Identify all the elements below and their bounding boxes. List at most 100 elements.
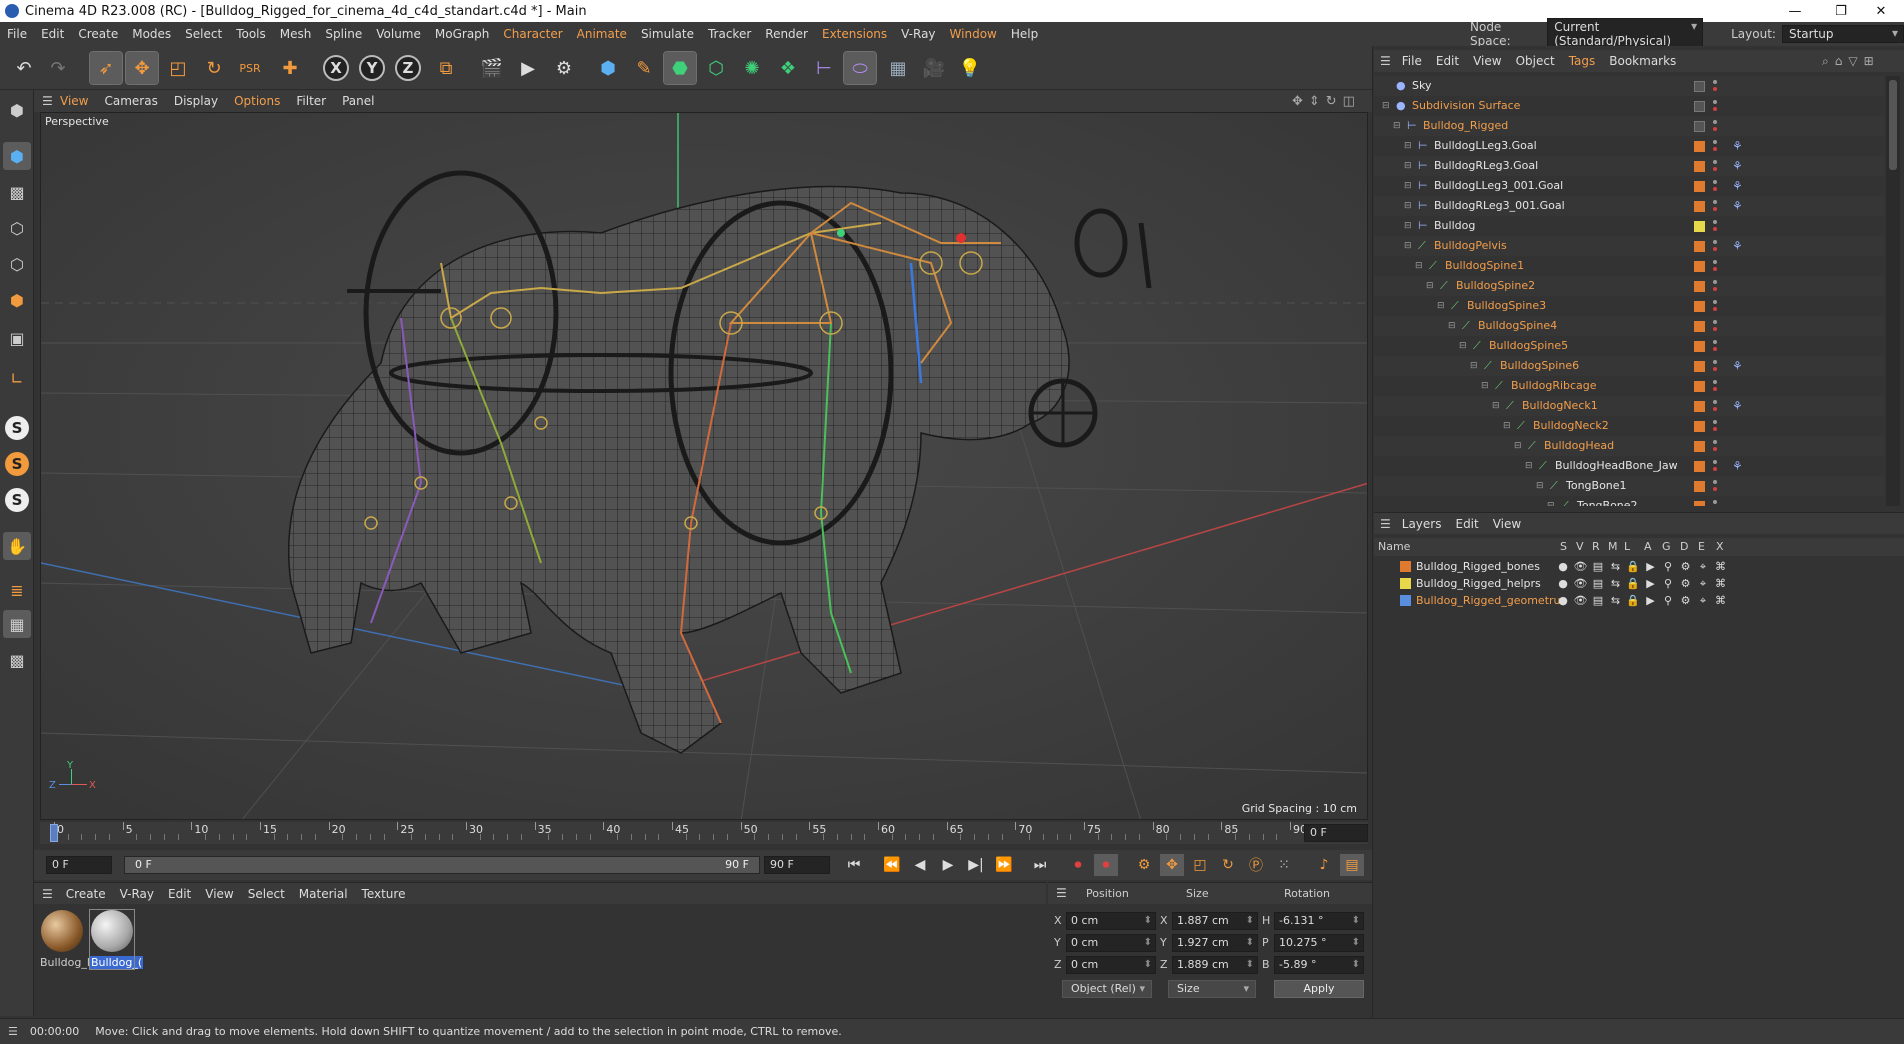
viewport-menu-options[interactable]: Options [226,94,288,108]
layer-manager-icon[interactable]: ⇆ [1609,594,1623,607]
expand-toggle-icon[interactable]: ⊟ [1382,100,1394,112]
object-row[interactable]: ⊟ ⟋ BulldogSpine4 [1374,316,1884,336]
viewport-menu-display[interactable]: Display [166,94,226,108]
object-row[interactable]: ⊟ ⟋ TongBone2 [1374,496,1884,506]
start-frame-field[interactable]: 0 F [46,856,112,874]
menu-mesh[interactable]: Mesh [273,27,319,41]
layer-hamburger-icon[interactable]: ☰ [1380,517,1391,531]
visibility-dots-icon[interactable] [1712,178,1718,194]
material-hamburger-icon[interactable]: ☰ [42,887,53,901]
visibility-dots-icon[interactable] [1712,318,1718,334]
object-row[interactable]: ⊟ ⟋ BulldogNeck2 [1374,416,1884,436]
menu-vray[interactable]: V-Ray [894,27,942,41]
object-row[interactable]: ● Sky [1374,76,1884,96]
ik-tag-icon[interactable]: ⚘ [1732,199,1746,213]
snap-quantize-button[interactable]: S [3,486,31,514]
object-menu-file[interactable]: File [1395,54,1429,68]
visibility-dots-icon[interactable] [1712,438,1718,454]
layer-solo-icon[interactable]: ● [1556,577,1570,590]
layer-row[interactable]: Bulldog_Rigged_bones ● 👁 ▤ ⇆ 🔒 ▶ ⚲ ⚙ ⌖ ⌘ [1374,558,1904,575]
visibility-dots-icon[interactable] [1712,238,1718,254]
menu-modes[interactable]: Modes [125,27,178,41]
cube-button[interactable]: ⬢ [592,52,624,84]
menu-spline[interactable]: Spline [318,27,369,41]
expand-toggle-icon[interactable]: ⊟ [1525,460,1537,472]
object-row[interactable]: ⊟ ⟋ BulldogSpine1 [1374,256,1884,276]
deformer-button[interactable]: ⊢ [808,52,840,84]
object-search-icon[interactable]: ⌕⌂▽⊞ [1822,54,1880,69]
visibility-dots-icon[interactable] [1712,478,1718,494]
layer-expression-icon[interactable]: ⌖ [1696,577,1710,590]
menu-select[interactable]: Select [178,27,229,41]
visibility-dots-icon[interactable] [1712,98,1718,114]
layer-xref-icon[interactable]: ⌘ [1714,560,1728,573]
object-row[interactable]: ⊟ ⟋ BulldogSpine3 [1374,296,1884,316]
layer-lock-icon[interactable]: 🔒 [1626,560,1640,573]
layer-menu-layers[interactable]: Layers [1395,517,1449,531]
world-axis-button[interactable]: ✚ [274,52,306,84]
go-to-start-button[interactable]: ⏮ [842,854,866,876]
menu-simulate[interactable]: Simulate [634,27,701,41]
record-button[interactable]: ⏺ [1066,854,1090,876]
go-to-end-button[interactable]: ⏭ [1028,854,1052,876]
previous-key-button[interactable]: ⏪ [880,854,904,876]
object-row[interactable]: ⊟ ⊢ BulldogRLeg3_001.Goal ⚘ [1374,196,1884,216]
object-row[interactable]: ⊟ ⟋ BulldogPelvis ⚘ [1374,236,1884,256]
autokey-button[interactable]: ⏺ [1094,854,1118,876]
object-list-scrollbar[interactable] [1886,76,1900,506]
menu-volume[interactable]: Volume [369,27,428,41]
layer-solo-icon[interactable]: ● [1556,594,1570,607]
ik-tag-icon[interactable]: ⚘ [1732,179,1746,193]
coordinate-mode-dropdown[interactable]: Object (Rel) [1062,980,1152,998]
object-row[interactable]: ⊟ ⟋ BulldogNeck1 ⚘ [1374,396,1884,416]
layer-menu-edit[interactable]: Edit [1448,517,1485,531]
object-row[interactable]: ⊟ ⟋ BulldogSpine2 [1374,276,1884,296]
layer-solo-icon[interactable]: ● [1556,560,1570,573]
expand-toggle-icon[interactable]: ⊟ [1547,500,1559,506]
status-hamburger-icon[interactable]: ☰ [8,1025,18,1038]
visibility-dots-icon[interactable] [1712,218,1718,234]
layer-color-swatch[interactable] [1694,281,1705,292]
layer-row[interactable]: Bulldog_Rigged_geometru ● 👁 ▤ ⇆ 🔒 ▶ ⚲ ⚙ ⌖ ⌘ [1374,592,1904,609]
visibility-dots-icon[interactable] [1712,498,1718,506]
object-row[interactable]: ⊟ ● Subdivision Surface [1374,96,1884,116]
layer-render-icon[interactable]: ▤ [1591,594,1605,607]
size-x-field[interactable]: 1.887 cm [1172,912,1258,930]
floor-button[interactable]: ▦ [882,52,914,84]
cloner-button[interactable]: ✺ [736,52,768,84]
uv-mode-button[interactable]: ▣ [3,324,31,352]
next-frame-button[interactable]: ▶| [964,854,988,876]
layer-color-swatch[interactable] [1694,441,1705,452]
material-swatch[interactable]: Bulldog_( [89,909,144,970]
menu-render[interactable]: Render [758,27,815,41]
layer-animation-icon[interactable]: ▶ [1644,577,1658,590]
pen-tool-button[interactable]: ✎ [628,52,660,84]
layer-xref-icon[interactable]: ⌘ [1714,594,1728,607]
layer-menu-view[interactable]: View [1486,517,1528,531]
motion-system-button[interactable]: ♪ [1312,854,1336,876]
ik-tag-icon[interactable]: ⚘ [1732,239,1746,253]
layer-manager-icon[interactable]: ⇆ [1609,560,1623,573]
layer-color-swatch[interactable] [1694,481,1705,492]
live-selection-button[interactable]: ➶ [89,51,123,85]
menu-window[interactable]: Window [943,27,1004,41]
menu-mograph[interactable]: MoGraph [428,27,497,41]
position-z-field[interactable]: 0 cm [1066,956,1156,974]
texture-mode-button[interactable]: ▩ [3,178,31,206]
object-row[interactable]: ⊟ ⟋ BulldogSpine5 [1374,336,1884,356]
edit-toggle-icon[interactable] [1694,81,1705,92]
object-menu-bookmarks[interactable]: Bookmarks [1602,54,1683,68]
object-mode-button[interactable]: ⬢ [3,142,31,170]
playhead-marker[interactable] [50,824,58,842]
material-menu-select[interactable]: Select [241,887,292,901]
object-scroll-thumb[interactable] [1889,80,1897,170]
frame-range-slider[interactable]: 0 F 90 F [124,856,760,874]
layer-visible-icon[interactable]: 👁 [1574,594,1588,607]
layer-color-swatch[interactable] [1694,421,1705,432]
perspective-viewport[interactable]: Perspective Grid Spacing : 10 cm Y Z X [40,112,1368,820]
play-button[interactable]: ▶ [936,854,960,876]
layer-deformer-icon[interactable]: ⚙ [1679,577,1693,590]
material-menu-create[interactable]: Create [59,887,113,901]
psr-button[interactable]: PSR [234,52,266,84]
material-menu-material[interactable]: Material [292,887,355,901]
